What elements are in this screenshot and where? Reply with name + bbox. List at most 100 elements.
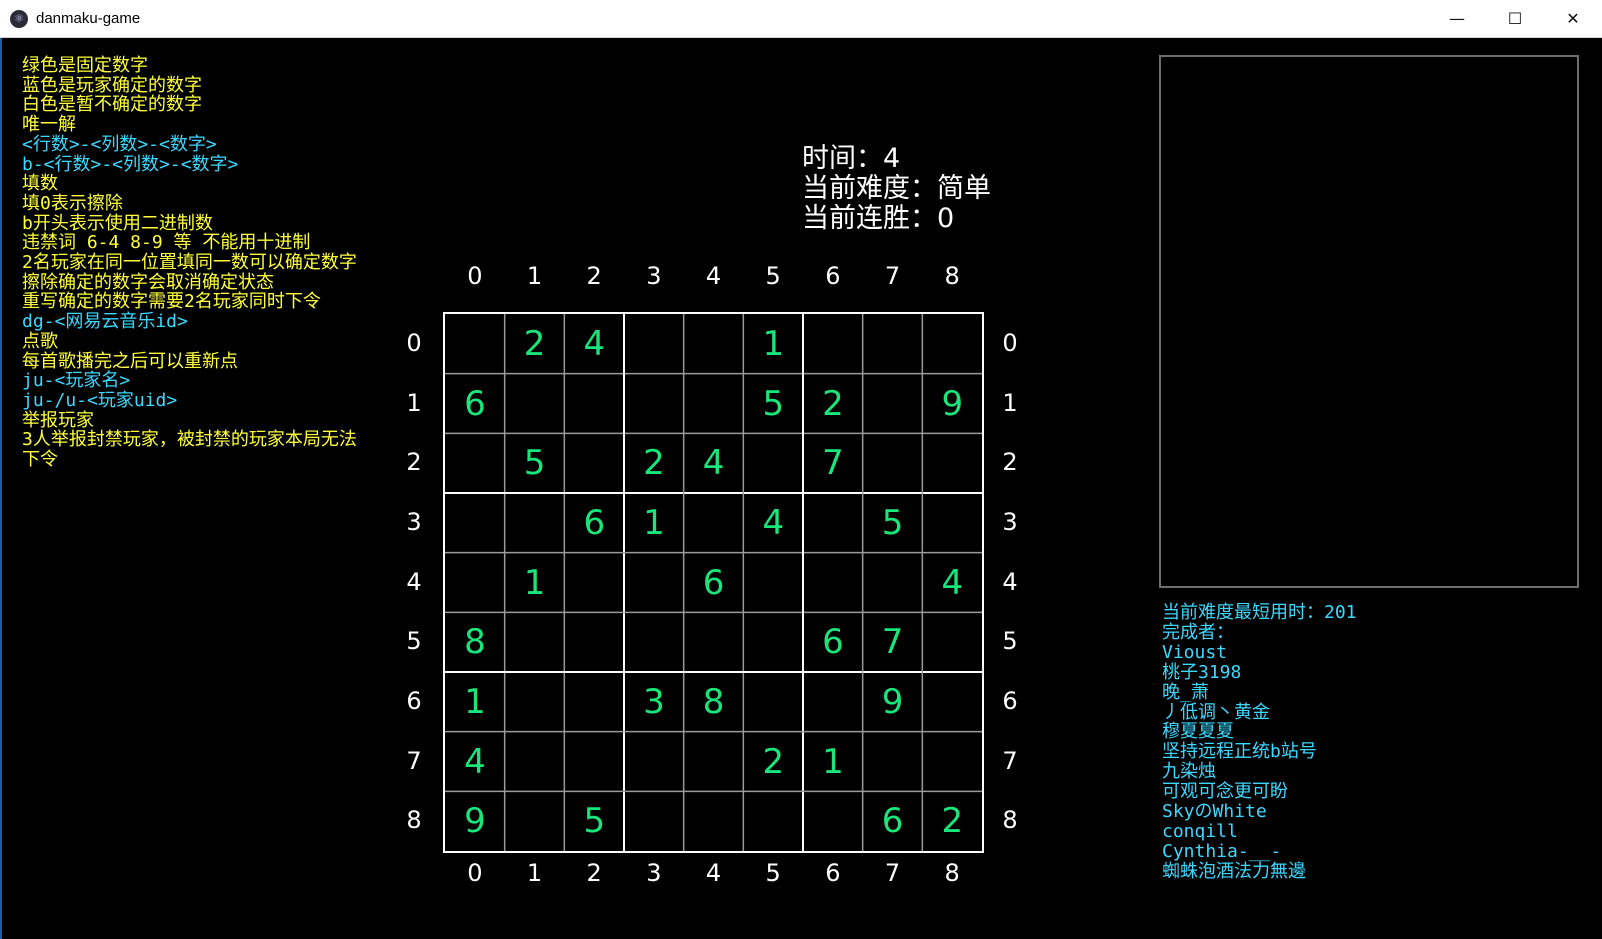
board-cell: [624, 374, 684, 434]
column-label-bottom: 6: [825, 859, 841, 887]
board-cell: [684, 791, 744, 851]
board-cell: [803, 553, 863, 613]
board-cell: [505, 672, 565, 732]
finishers-label: 完成者：: [1162, 621, 1234, 643]
board-cell: [684, 612, 744, 672]
board-cell: [684, 374, 744, 434]
board-cell: [743, 791, 803, 851]
column-label-bottom: 7: [884, 859, 901, 887]
row-label-left: 1: [406, 388, 422, 417]
row-label-right: 8: [1002, 806, 1018, 835]
board-cell: [684, 732, 744, 792]
column-label-top: 2: [586, 262, 602, 290]
board-cell: [803, 791, 863, 851]
board-cell: [505, 732, 565, 792]
board-cell: 6: [464, 383, 486, 424]
board-cell: [863, 314, 923, 374]
title-bar: ⚛ danmaku-game — ☐ ✕: [0, 0, 1602, 38]
window-controls: — ☐ ✕: [1428, 0, 1602, 37]
board-cell: [743, 553, 803, 613]
minimize-button[interactable]: —: [1428, 0, 1486, 37]
instruction-line: 唯一解: [22, 114, 76, 136]
board-cell: 1: [464, 681, 486, 722]
instruction-line: ju-/u-<玩家uid>: [22, 389, 178, 411]
row-label-left: 2: [406, 448, 422, 477]
finisher-name: Vioust: [1162, 641, 1228, 663]
board-cell: [743, 672, 803, 732]
column-label-top: 0: [467, 262, 483, 290]
board-cell: [922, 732, 982, 792]
column-label-top: 5: [765, 262, 781, 290]
board-cell: [684, 493, 744, 553]
finisher-name: conqill: [1162, 820, 1238, 842]
finisher-name: 晚_萧: [1162, 681, 1209, 703]
row-label-right: 7: [1002, 746, 1018, 775]
maximize-button[interactable]: ☐: [1486, 0, 1544, 37]
board-cell: 5: [523, 443, 546, 484]
board-cell: 2: [523, 323, 546, 364]
instruction-line: 填数: [22, 173, 58, 195]
board-cell: 9: [464, 801, 486, 842]
instruction-line: 举报玩家: [22, 409, 94, 431]
instruction-line: b-<行数>-<列数>-<数字>: [22, 153, 239, 175]
board-cell: 3: [643, 681, 665, 722]
board-cell: 6: [702, 562, 725, 603]
board-cell: [505, 493, 565, 553]
board-cell: [922, 672, 982, 732]
board-cell: 4: [702, 443, 725, 484]
board-cell: 6: [583, 502, 606, 543]
streak-display: 当前连胜：0: [802, 203, 955, 234]
board-cell: [564, 374, 624, 434]
board-cell: [743, 433, 803, 493]
board-cell: [922, 612, 982, 672]
board-cell: 7: [822, 443, 844, 484]
column-label-bottom: 2: [586, 859, 602, 887]
board-cell: [863, 433, 923, 493]
instruction-line: 重写确定的数字需要2名玩家同时下令: [22, 291, 321, 313]
board-cell: [564, 732, 624, 792]
instruction-line: 3人举报封禁玩家，被封禁的玩家本局无法下令: [22, 429, 357, 471]
row-label-right: 6: [1002, 686, 1018, 715]
row-label-right: 5: [1002, 627, 1018, 656]
finisher-name: 蜘蛛泡酒法力無邊: [1162, 860, 1306, 882]
finisher-name: 桃子3198: [1162, 661, 1242, 683]
column-label-bottom: 4: [705, 859, 722, 887]
board-cell: [803, 493, 863, 553]
row-label-right: 0: [1002, 328, 1018, 357]
board-cell: 6: [881, 801, 904, 842]
instruction-line: 2名玩家在同一位置填同一数可以确定数字: [22, 252, 357, 274]
row-label-right: 3: [1002, 507, 1018, 536]
board-cell: [564, 672, 624, 732]
close-button[interactable]: ✕: [1544, 0, 1602, 37]
difficulty-display: 当前难度：简单: [802, 173, 991, 204]
instruction-line: 白色是暂不确定的数字: [22, 94, 202, 116]
instruction-line: <行数>-<列数>-<数字>: [22, 133, 217, 155]
board-cell: [863, 732, 923, 792]
instruction-line: dg-<网易云音乐id>: [22, 311, 188, 333]
status-panel: 时间：4 当前难度：简单 当前连胜：0: [802, 144, 991, 234]
board-cell: 6: [822, 622, 844, 663]
column-label-top: 3: [646, 262, 662, 290]
board-cell: 8: [464, 622, 486, 663]
finisher-name: 丿低调丶黄金: [1162, 701, 1270, 723]
column-label-top: 1: [526, 262, 543, 290]
board-cell: 8: [702, 681, 725, 722]
instruction-line: 绿色是固定数字: [22, 55, 148, 76]
instruction-line: 填0表示擦除: [22, 192, 123, 214]
board-cell: 2: [822, 383, 844, 424]
board-cell: 4: [464, 741, 486, 782]
row-label-left: 5: [406, 627, 422, 656]
board-cell: 2: [762, 741, 785, 782]
finisher-name: 九染烛: [1162, 761, 1216, 783]
row-label-left: 3: [406, 507, 422, 536]
instruction-line: 点歌: [22, 330, 58, 352]
board-cell: [564, 612, 624, 672]
board-cell: [743, 612, 803, 672]
game-canvas: 绿色是固定数字 蓝色是玩家确定的数字 白色是暂不确定的数字 唯一解 <行数>-<列数>-…: [0, 38, 1602, 939]
board-cell: [803, 314, 863, 374]
board-cell: [624, 791, 684, 851]
row-label-left: 0: [406, 328, 422, 357]
row-label-left: 7: [406, 746, 422, 775]
instruction-line: 擦除确定的数字会取消确定状态: [22, 271, 274, 293]
board-cell: [624, 612, 684, 672]
